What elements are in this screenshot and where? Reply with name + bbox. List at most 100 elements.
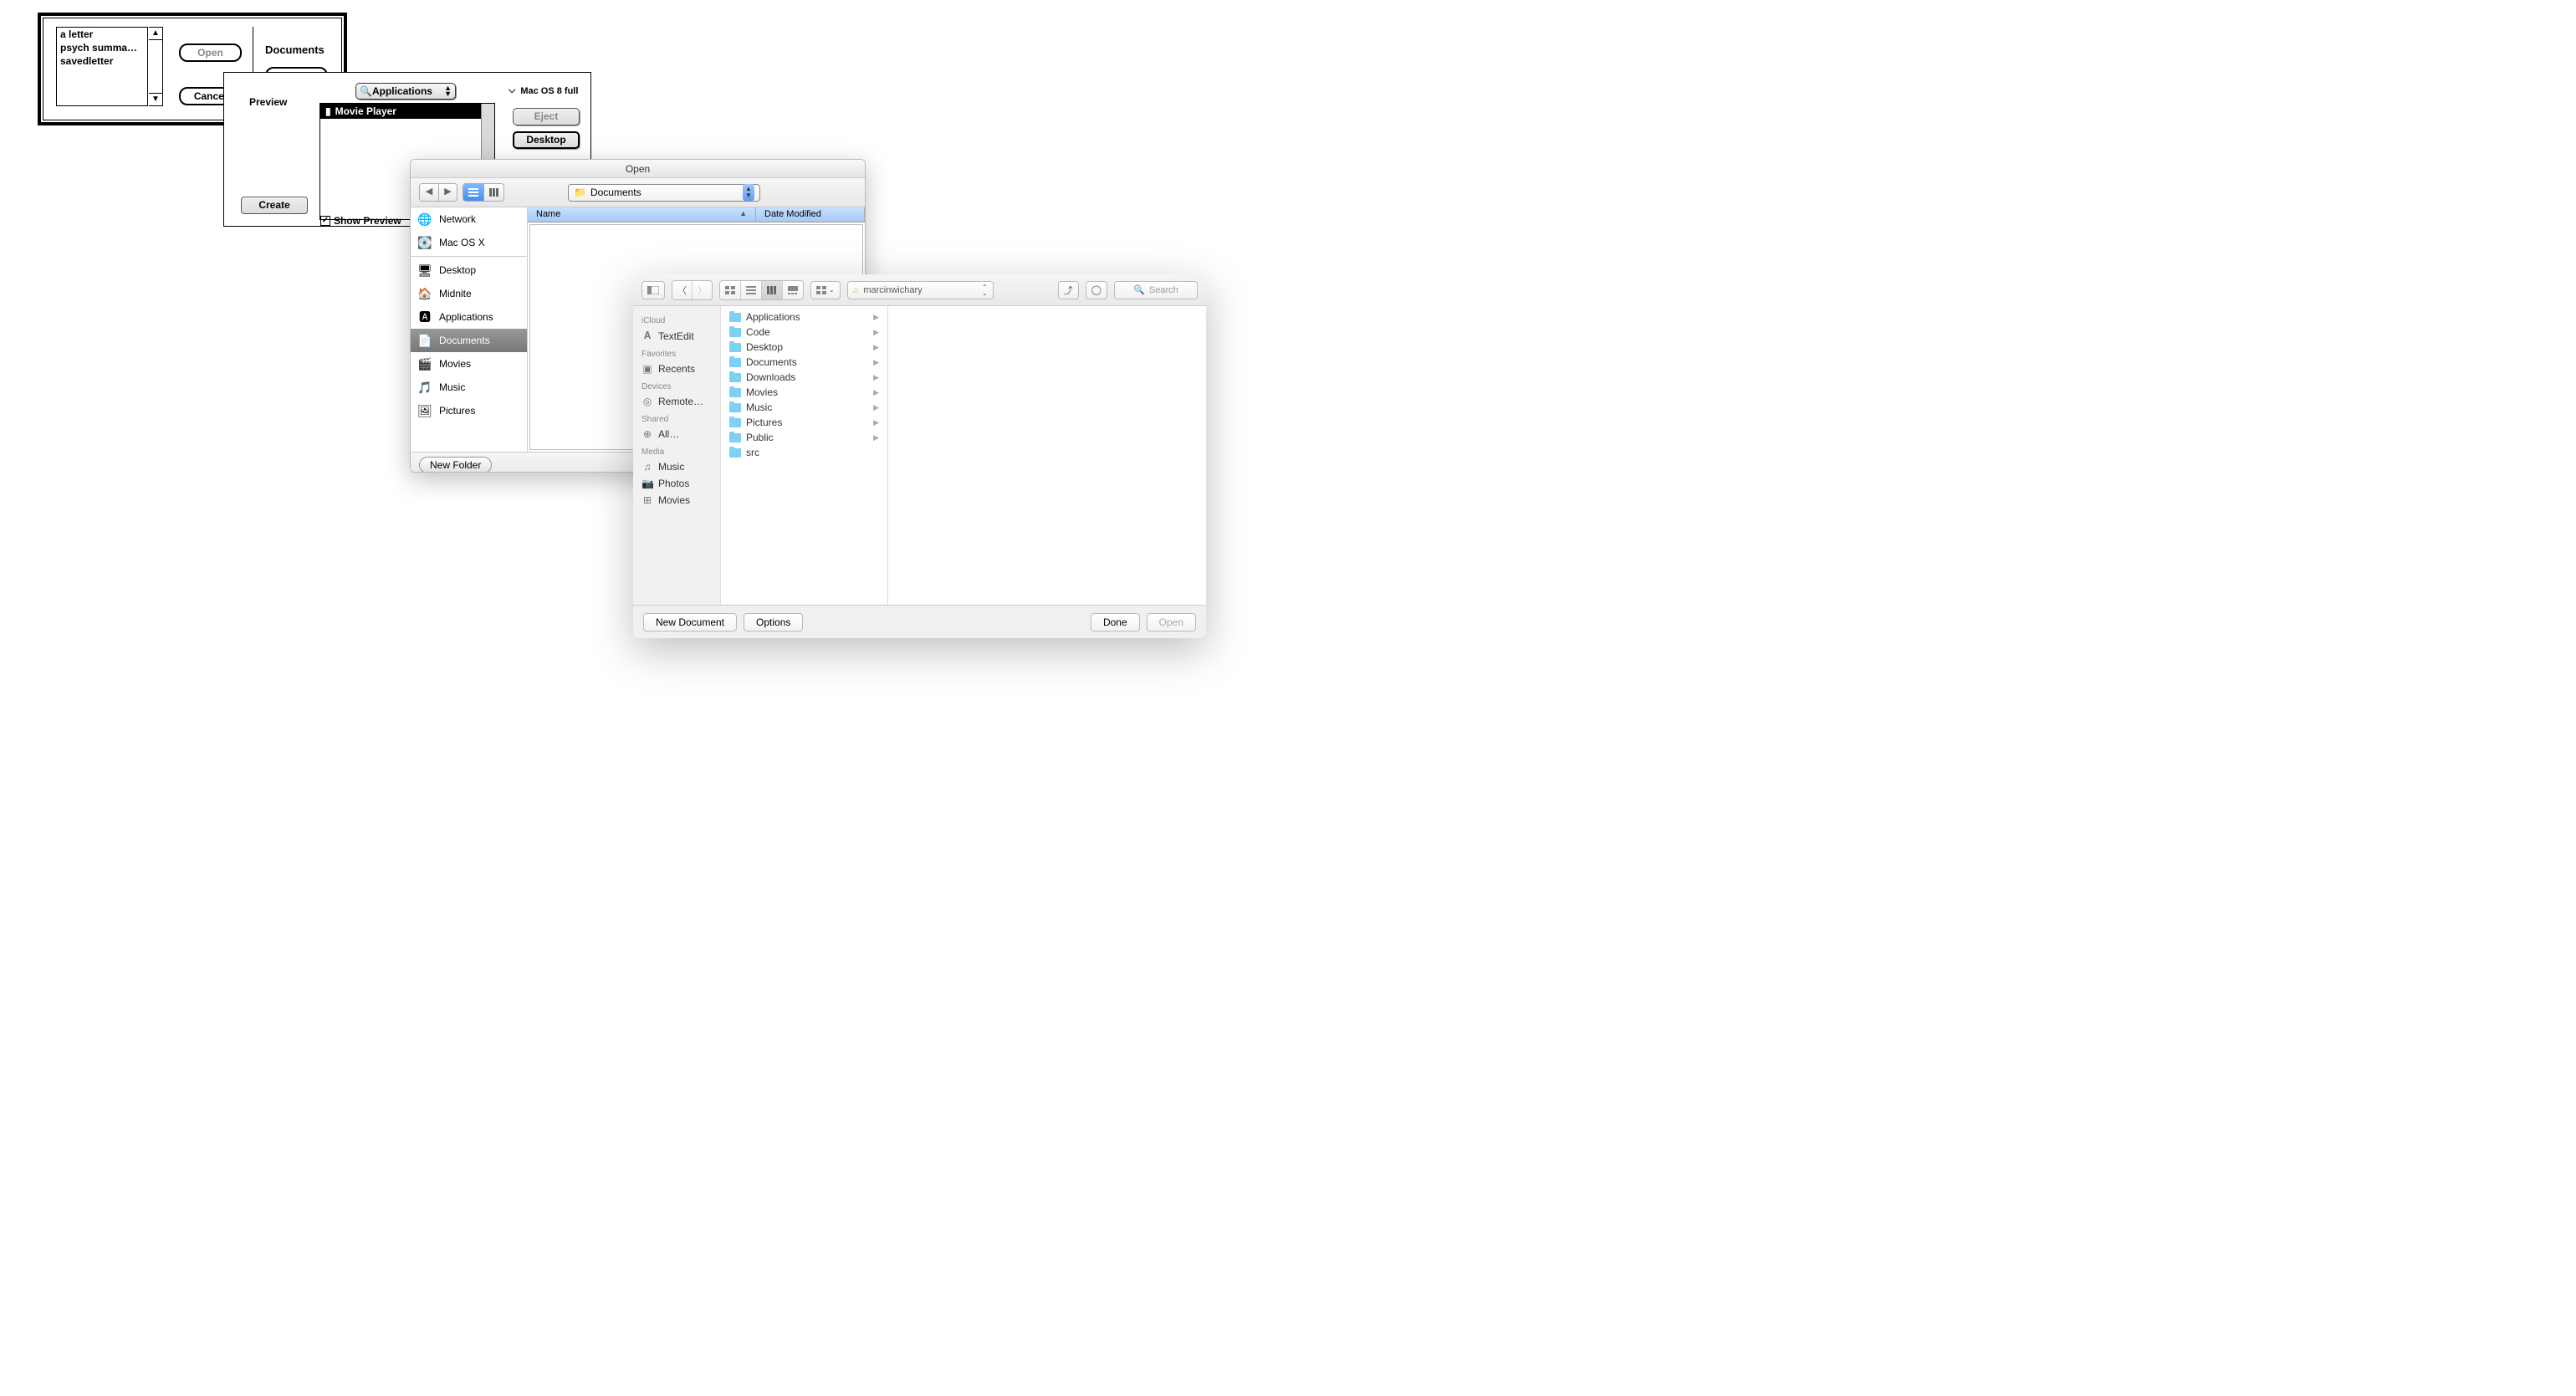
search-icon: 🔍 <box>1133 284 1145 295</box>
nav-buttons: ◀ ▶ <box>419 183 457 202</box>
gallery-view-button[interactable] <box>782 281 803 299</box>
sidebar-item-recents[interactable]: ▣Recents <box>633 361 720 377</box>
sidebar: iCloud 𝐀TextEdit Favorites ▣Recents Devi… <box>633 306 721 605</box>
document-icon: ▮ <box>325 105 331 117</box>
path-dropdown[interactable]: ⌂ marcinwichary ⌃⌄ <box>847 281 994 299</box>
file-list[interactable]: a letter psych summa… savedletter <box>56 27 148 106</box>
magnifier-icon: 🔍 <box>360 85 372 97</box>
location-label: Documents <box>265 43 325 56</box>
eject-button[interactable]: Eject <box>513 108 580 125</box>
sidebar-item-network[interactable]: 🌐Network <box>411 207 527 231</box>
folder-icon <box>729 373 741 382</box>
date-column-header[interactable]: Date Modified <box>756 207 865 222</box>
chevron-right-icon: ▶ <box>873 373 879 382</box>
options-button[interactable]: Options <box>744 613 803 632</box>
list-view-button[interactable] <box>463 184 483 201</box>
folder-item[interactable]: Code▶ <box>721 325 887 340</box>
sidebar-item-textedit[interactable]: 𝐀TextEdit <box>633 327 720 345</box>
sidebar-item-home[interactable]: 🏠Midnite <box>411 282 527 305</box>
column-view-button[interactable] <box>761 281 782 299</box>
folder-item[interactable]: Downloads▶ <box>721 370 887 385</box>
sort-asc-icon: ▲ <box>739 209 747 220</box>
list-view-button[interactable] <box>740 281 761 299</box>
list-icon <box>468 188 478 197</box>
file-column[interactable]: Applications▶ Code▶ Desktop▶ Documents▶ … <box>721 306 888 605</box>
location-dropdown[interactable]: 🔍 Applications ▲▼ <box>355 83 456 100</box>
section-devices: Devices <box>633 377 720 393</box>
folder-item[interactable]: Applications▶ <box>721 309 887 325</box>
sidebar-item-movies[interactable]: ⊞Movies <box>633 492 720 509</box>
list-item[interactable]: ▮ Movie Player <box>320 104 494 119</box>
sidebar-item-all[interactable]: ⊕All… <box>633 426 720 442</box>
new-folder-button[interactable]: New Folder <box>419 457 492 473</box>
home-icon: ⌂ <box>853 285 859 295</box>
folder-item[interactable]: Movies▶ <box>721 385 887 400</box>
folder-icon <box>729 358 741 367</box>
folder-item[interactable]: Desktop▶ <box>721 340 887 355</box>
columns-icon <box>767 286 777 294</box>
folder-item[interactable]: Public▶ <box>721 430 887 445</box>
folder-item[interactable]: Pictures▶ <box>721 415 887 430</box>
toolbar: ◀ ▶ 📁 Documents ▲▼ <box>411 178 865 207</box>
desktop-button[interactable]: Desktop <box>513 131 580 149</box>
desktop-icon: 🖥 <box>417 263 432 278</box>
list-item[interactable]: savedletter <box>57 54 147 68</box>
forward-button[interactable]: ▶ <box>438 184 457 201</box>
group-dropdown[interactable]: ⌄ <box>810 281 841 299</box>
preview-label: Preview <box>249 96 287 108</box>
name-column-header[interactable]: Name▲ <box>528 207 756 222</box>
group-icon <box>816 286 826 294</box>
folder-icon <box>729 418 741 427</box>
scrollbar[interactable]: ▲ ▼ <box>149 27 163 106</box>
open-button[interactable]: Open <box>179 43 242 62</box>
create-button[interactable]: Create <box>241 197 308 214</box>
sidebar-item-desktop[interactable]: 🖥Desktop <box>411 258 527 282</box>
column-view-button[interactable] <box>483 184 503 201</box>
sidebar-item-music[interactable]: ♫Music <box>633 458 720 475</box>
back-button[interactable]: 〈 <box>672 281 692 299</box>
folder-item[interactable]: Music▶ <box>721 400 887 415</box>
path-dropdown[interactable]: 📁 Documents ▲▼ <box>568 184 760 202</box>
folder-item[interactable]: Documents▶ <box>721 355 887 370</box>
grid-icon <box>725 286 735 294</box>
tags-button[interactable]: ◯ <box>1086 281 1107 299</box>
icon-view-button[interactable] <box>720 281 740 299</box>
folder-icon <box>729 388 741 397</box>
scroll-up-icon[interactable]: ▲ <box>149 28 162 40</box>
sidebar-item-applications[interactable]: 🅰Applications <box>411 305 527 329</box>
divider <box>411 256 527 257</box>
forward-button[interactable]: 〉 <box>692 281 712 299</box>
music-icon: 🎵 <box>417 380 432 395</box>
open-button[interactable]: Open <box>1147 613 1196 632</box>
list-item[interactable]: a letter <box>57 28 147 41</box>
sidebar-item-macosx[interactable]: 💽Mac OS X <box>411 231 527 254</box>
search-placeholder: Search <box>1149 285 1178 295</box>
list-icon <box>746 286 756 294</box>
sidebar-item-pictures[interactable]: 🖼Pictures <box>411 399 527 422</box>
sidebar-item-documents[interactable]: 📄Documents <box>411 329 527 352</box>
sidebar: 🌐Network 💽Mac OS X 🖥Desktop 🏠Midnite 🅰Ap… <box>411 207 528 452</box>
back-button[interactable]: ◀ <box>420 184 438 201</box>
list-item[interactable]: psych summa… <box>57 41 147 54</box>
nav-buttons: 〈 〉 <box>672 280 713 300</box>
search-field[interactable]: 🔍 Search <box>1114 281 1198 299</box>
done-button[interactable]: Done <box>1091 613 1140 632</box>
view-segmented <box>719 280 804 300</box>
disk-icon: ⌵ <box>509 85 515 96</box>
show-preview-checkbox[interactable]: ✓ Show Preview <box>320 215 401 227</box>
scroll-down-icon[interactable]: ▼ <box>149 93 162 105</box>
tag-icon: ◯ <box>1091 284 1101 295</box>
columns-icon <box>489 188 499 197</box>
section-icloud: iCloud <box>633 311 720 327</box>
new-document-button[interactable]: New Document <box>643 613 737 632</box>
sidebar-item-photos[interactable]: 📷Photos <box>633 475 720 492</box>
sidebar-toggle-button[interactable] <box>641 281 665 299</box>
file-name: Movie Player <box>335 105 396 117</box>
folder-item[interactable]: src <box>721 445 887 460</box>
share-icon: ⤴ <box>1064 284 1073 297</box>
folder-icon: 📁 <box>574 187 586 198</box>
share-button[interactable]: ⤴ <box>1058 281 1079 299</box>
sidebar-item-remote[interactable]: ◎Remote… <box>633 393 720 410</box>
sidebar-item-movies[interactable]: 🎬Movies <box>411 352 527 376</box>
sidebar-item-music[interactable]: 🎵Music <box>411 376 527 399</box>
